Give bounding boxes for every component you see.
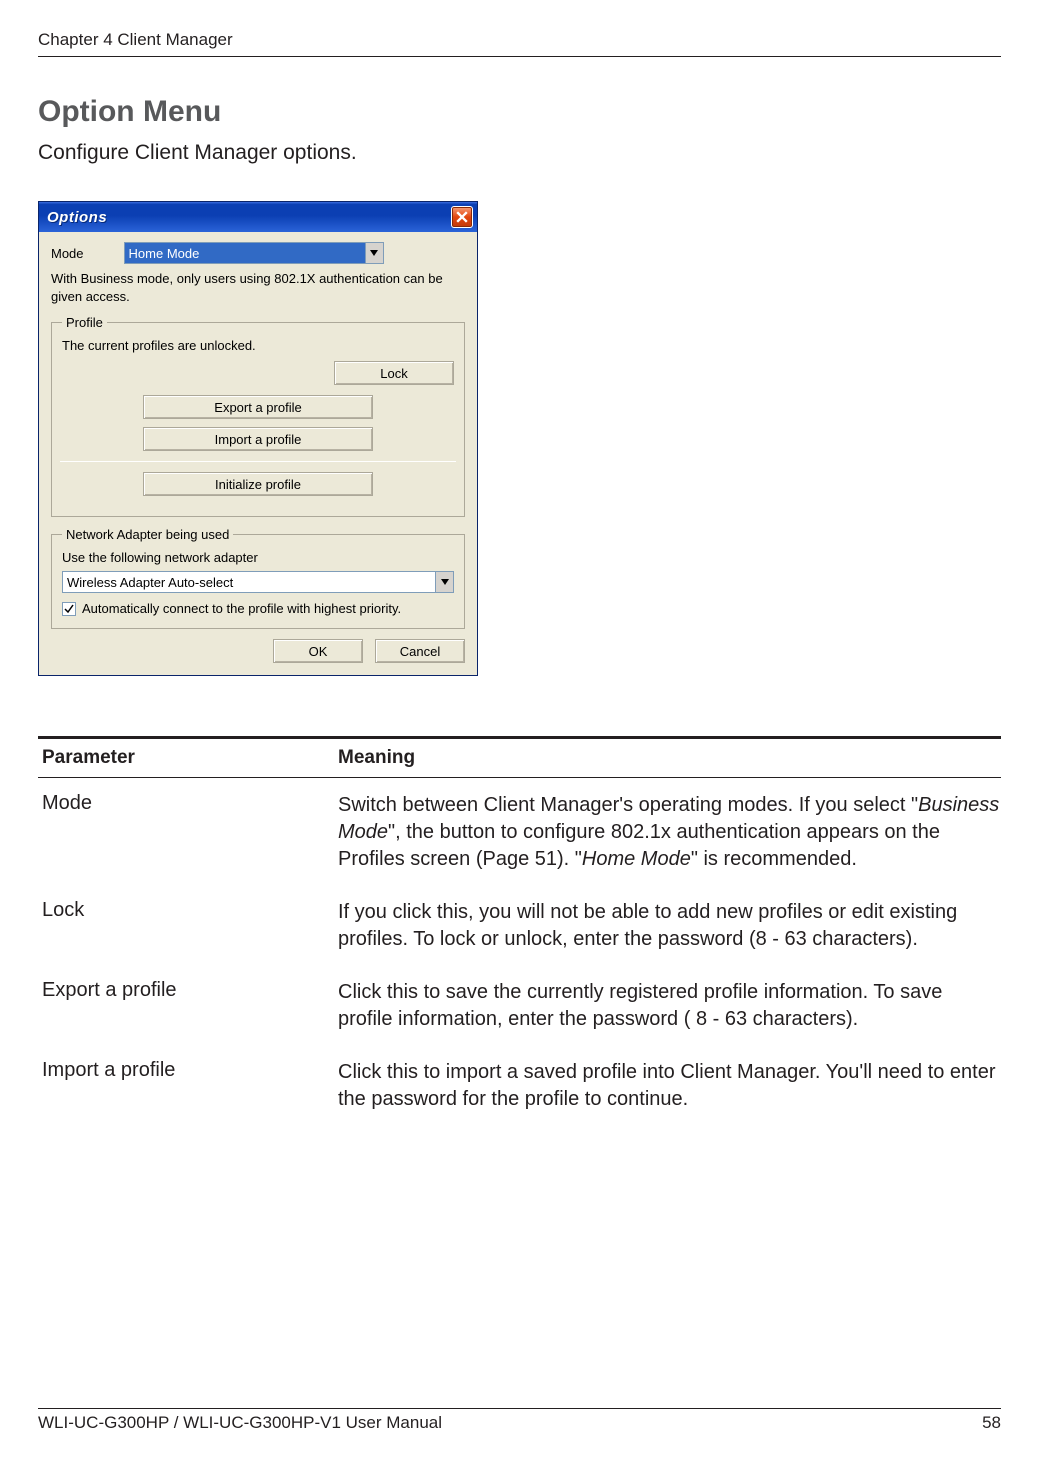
table-row: Lock If you click this, you will not be … xyxy=(38,899,1001,979)
dialog-title: Options xyxy=(47,209,107,226)
auto-connect-checkbox-row[interactable]: Automatically connect to the profile wit… xyxy=(62,601,454,616)
chevron-down-icon xyxy=(365,243,383,263)
page-footer: WLI-UC-G300HP / WLI-UC-G300HP-V1 User Ma… xyxy=(38,1408,1001,1433)
th-meaning: Meaning xyxy=(338,747,1001,769)
cell-param: Mode xyxy=(38,792,338,873)
close-icon xyxy=(456,211,468,223)
adapter-group: Network Adapter being used Use the follo… xyxy=(51,527,465,629)
chevron-down-icon xyxy=(435,572,453,592)
import-profile-button[interactable]: Import a profile xyxy=(143,427,373,451)
close-button[interactable] xyxy=(451,206,473,228)
lock-button[interactable]: Lock xyxy=(334,361,454,385)
mode-dropdown[interactable]: Home Mode xyxy=(124,242,384,264)
profile-group: Profile The current profiles are unlocke… xyxy=(51,315,465,517)
auto-connect-label: Automatically connect to the profile wit… xyxy=(82,601,401,616)
table-row: Import a profile Click this to import a … xyxy=(38,1059,1001,1139)
section-title: Option Menu xyxy=(38,95,1001,129)
table-body: Mode Switch between Client Manager's ope… xyxy=(38,792,1001,1139)
adapter-use-label: Use the following network adapter xyxy=(62,550,454,565)
text-italic: Home Mode xyxy=(582,848,691,870)
page-header: Chapter 4 Client Manager xyxy=(38,30,1001,57)
ok-button[interactable]: OK xyxy=(273,639,363,663)
adapter-dropdown[interactable]: Wireless Adapter Auto-select xyxy=(62,571,454,593)
auto-connect-checkbox[interactable] xyxy=(62,602,76,616)
text: Switch between Client Manager's operatin… xyxy=(338,794,918,816)
cell-meaning: Click this to save the currently registe… xyxy=(338,979,1001,1033)
table-row: Mode Switch between Client Manager's ope… xyxy=(38,792,1001,899)
cell-meaning: If you click this, you will not be able … xyxy=(338,899,1001,953)
footer-page-number: 58 xyxy=(982,1413,1001,1433)
mode-dropdown-value: Home Mode xyxy=(125,243,365,263)
cell-param: Lock xyxy=(38,899,338,953)
cell-param: Export a profile xyxy=(38,979,338,1033)
cell-meaning: Click this to import a saved profile int… xyxy=(338,1059,1001,1113)
dialog-titlebar: Options xyxy=(39,202,477,232)
th-parameter: Parameter xyxy=(38,747,338,769)
options-dialog: Options Mode Home Mode With Business mod… xyxy=(38,201,478,676)
cell-param: Import a profile xyxy=(38,1059,338,1113)
section-subtitle: Configure Client Manager options. xyxy=(38,141,1001,165)
adapter-dropdown-value: Wireless Adapter Auto-select xyxy=(63,572,435,592)
export-profile-button[interactable]: Export a profile xyxy=(143,395,373,419)
profile-status-text: The current profiles are unlocked. xyxy=(62,338,454,353)
cancel-button[interactable]: Cancel xyxy=(375,639,465,663)
cell-meaning: Switch between Client Manager's operatin… xyxy=(338,792,1001,873)
adapter-legend: Network Adapter being used xyxy=(62,527,233,542)
check-icon xyxy=(64,604,74,614)
footer-manual-name: WLI-UC-G300HP / WLI-UC-G300HP-V1 User Ma… xyxy=(38,1413,442,1433)
table-header: Parameter Meaning xyxy=(38,736,1001,778)
mode-label: Mode xyxy=(51,246,84,261)
table-row: Export a profile Click this to save the … xyxy=(38,979,1001,1059)
divider xyxy=(60,461,456,462)
initialize-profile-button[interactable]: Initialize profile xyxy=(143,472,373,496)
profile-legend: Profile xyxy=(62,315,107,330)
mode-note: With Business mode, only users using 802… xyxy=(51,270,465,305)
text: " is recommended. xyxy=(691,848,857,870)
